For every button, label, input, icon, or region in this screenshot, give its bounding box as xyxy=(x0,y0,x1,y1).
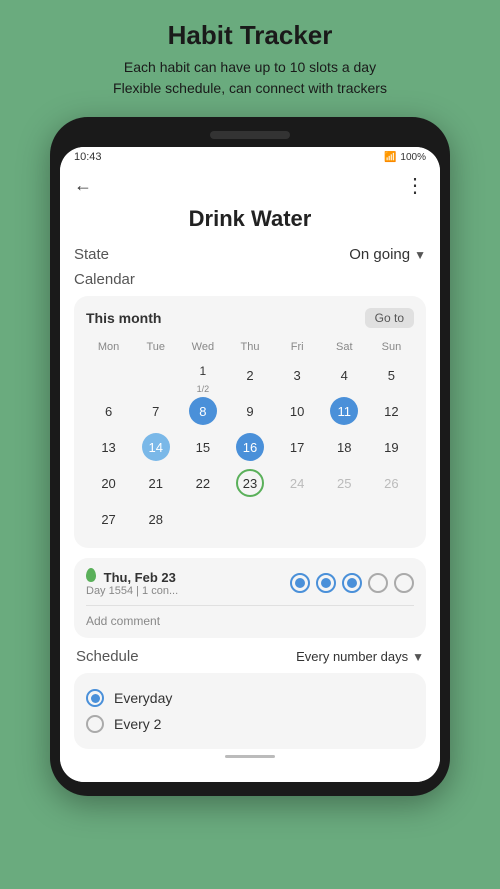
day-detail-date: Thu, Feb 23 xyxy=(86,568,178,585)
cal-cell-26[interactable]: 26 xyxy=(369,466,414,500)
cal-cell xyxy=(369,502,414,536)
cal-cell-23[interactable]: 23 xyxy=(227,466,272,500)
cal-cell-9[interactable]: 9 xyxy=(227,394,272,428)
cal-cell-24[interactable]: 24 xyxy=(275,466,320,500)
cal-cell xyxy=(86,358,131,392)
state-dropdown[interactable]: On going ▼ xyxy=(349,246,426,263)
add-comment[interactable]: Add comment xyxy=(86,614,414,628)
cal-header-wed: Wed xyxy=(180,338,225,356)
cal-header-sat: Sat xyxy=(322,338,367,356)
radio-option-every2[interactable]: Every 2 xyxy=(86,711,414,737)
cal-cell-25[interactable]: 25 xyxy=(322,466,367,500)
cal-cell xyxy=(180,502,225,536)
circle-2[interactable] xyxy=(316,573,336,593)
cal-header-fri: Fri xyxy=(275,338,320,356)
state-label: State xyxy=(74,246,109,263)
schedule-value-text: Every number days xyxy=(296,649,408,664)
cal-header-sun: Sun xyxy=(369,338,414,356)
cal-cell-19[interactable]: 19 xyxy=(369,430,414,464)
cal-cell-22[interactable]: 22 xyxy=(180,466,225,500)
cal-cell-21[interactable]: 21 xyxy=(133,466,178,500)
calendar-header: This month Go to xyxy=(86,308,414,328)
cal-cell xyxy=(133,358,178,392)
state-dropdown-arrow: ▼ xyxy=(414,248,426,262)
cal-cell-20[interactable]: 20 xyxy=(86,466,131,500)
cal-cell-6[interactable]: 6 xyxy=(86,394,131,428)
radio-option-everyday[interactable]: Everyday xyxy=(86,685,414,711)
radio-dot-every2 xyxy=(86,715,104,733)
water-drop-icon xyxy=(86,568,96,582)
circle-5[interactable] xyxy=(394,573,414,593)
cal-cell-3[interactable]: 3 xyxy=(275,358,320,392)
schedule-row: Schedule Every number days ▼ xyxy=(74,648,426,665)
cal-cell-18[interactable]: 18 xyxy=(322,430,367,464)
cal-cell-15[interactable]: 15 xyxy=(180,430,225,464)
battery-label: 100% xyxy=(400,152,426,163)
schedule-dropdown[interactable]: Every number days ▼ xyxy=(296,649,424,664)
phone-notch xyxy=(210,131,290,139)
schedule-dropdown-arrow: ▼ xyxy=(412,650,424,664)
goto-button[interactable]: Go to xyxy=(365,308,414,328)
circle-4[interactable] xyxy=(368,573,388,593)
cal-cell xyxy=(322,502,367,536)
radio-label-every2: Every 2 xyxy=(114,716,161,732)
cal-cell-5[interactable]: 5 xyxy=(369,358,414,392)
top-nav: ← ⋮ xyxy=(60,167,440,206)
day-detail-sub: Day 1554 | 1 con... xyxy=(86,585,178,597)
cal-cell-17[interactable]: 17 xyxy=(275,430,320,464)
cal-cell xyxy=(227,502,272,536)
status-bar: 10:43 📶 100% xyxy=(60,147,440,167)
cal-header-tue: Tue xyxy=(133,338,178,356)
day-detail-top: Thu, Feb 23 Day 1554 | 1 con... xyxy=(86,568,414,597)
cal-cell xyxy=(275,502,320,536)
month-label: This month xyxy=(86,310,161,326)
app-title: Habit Tracker xyxy=(168,20,333,51)
cal-cell-11[interactable]: 11 xyxy=(322,394,367,428)
schedule-card: Everyday Every 2 xyxy=(74,673,426,749)
divider xyxy=(86,605,414,606)
day-circles xyxy=(290,573,414,593)
cal-cell-1[interactable]: 1 1/2 xyxy=(180,358,225,392)
cal-cell-4[interactable]: 4 xyxy=(322,358,367,392)
habit-title: Drink Water xyxy=(74,206,426,232)
status-right: 📶 100% xyxy=(384,152,426,163)
phone-screen: 10:43 📶 100% ← ⋮ Drink Water State On go… xyxy=(60,147,440,782)
status-time: 10:43 xyxy=(74,151,102,163)
schedule-label: Schedule xyxy=(76,648,139,665)
cal-cell-7[interactable]: 7 xyxy=(133,394,178,428)
circle-1[interactable] xyxy=(290,573,310,593)
state-value-text: On going xyxy=(349,246,410,263)
screen-content: Drink Water State On going ▼ Calendar Th… xyxy=(60,206,440,782)
more-button[interactable]: ⋮ xyxy=(405,173,426,198)
cal-cell-12[interactable]: 12 xyxy=(369,394,414,428)
signal-icon: 📶 xyxy=(384,152,396,163)
phone-frame: 10:43 📶 100% ← ⋮ Drink Water State On go… xyxy=(50,117,450,796)
cal-cell-28[interactable]: 28 xyxy=(133,502,178,536)
cal-cell-2[interactable]: 2 xyxy=(227,358,272,392)
cal-cell-16[interactable]: 16 xyxy=(227,430,272,464)
calendar-grid: Mon Tue Wed Thu Fri Sat Sun 1 1/2 xyxy=(86,338,414,536)
cal-header-thu: Thu xyxy=(227,338,272,356)
radio-label-everyday: Everyday xyxy=(114,690,172,706)
calendar-card: This month Go to Mon Tue Wed Thu Fri Sat… xyxy=(74,296,426,548)
cal-cell-10[interactable]: 10 xyxy=(275,394,320,428)
cal-cell-27[interactable]: 27 xyxy=(86,502,131,536)
radio-dot-everyday xyxy=(86,689,104,707)
cal-cell-14[interactable]: 14 xyxy=(133,430,178,464)
day-detail-left: Thu, Feb 23 Day 1554 | 1 con... xyxy=(86,568,178,597)
cal-cell-13[interactable]: 13 xyxy=(86,430,131,464)
circle-3[interactable] xyxy=(342,573,362,593)
back-button[interactable]: ← xyxy=(74,175,92,196)
day-detail-card: Thu, Feb 23 Day 1554 | 1 con... Add comm… xyxy=(74,558,426,638)
app-subtitle: Each habit can have up to 10 slots a day… xyxy=(113,57,387,99)
cal-header-mon: Mon xyxy=(86,338,131,356)
cal-cell-8[interactable]: 8 xyxy=(180,394,225,428)
calendar-label: Calendar xyxy=(74,271,426,288)
state-row: State On going ▼ xyxy=(74,246,426,263)
